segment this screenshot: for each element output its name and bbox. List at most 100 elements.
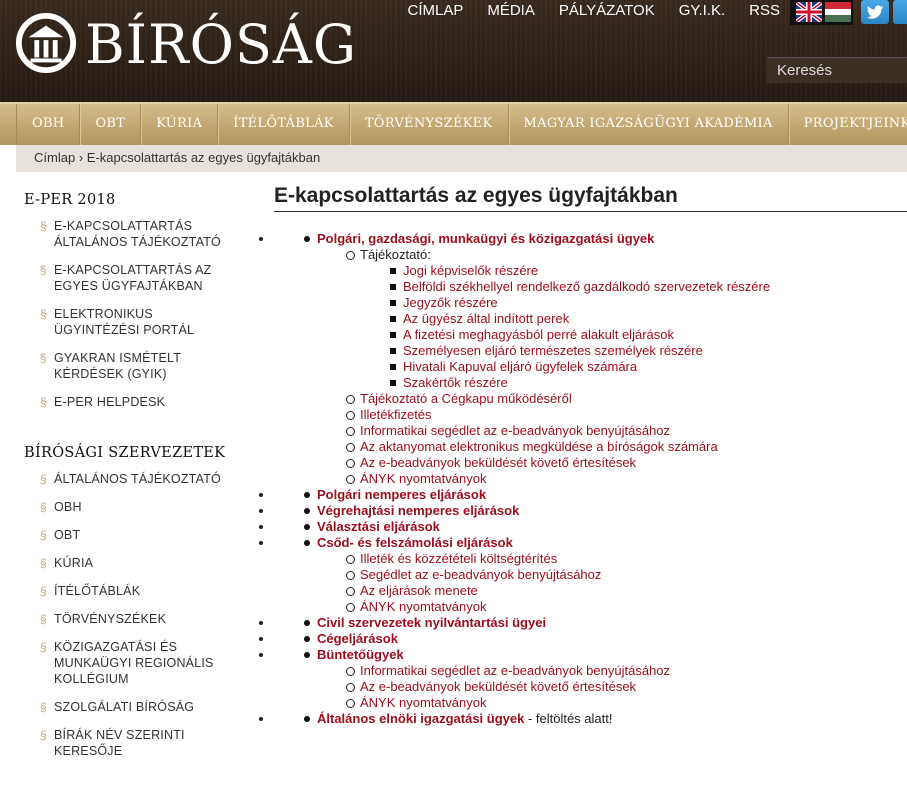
subcategory-item: Az eljárások menete xyxy=(317,583,907,599)
category-link[interactable]: Civil szervezetek nyilvántartási ügyei xyxy=(317,615,546,630)
breadcrumb: Címlap › E-kapcsolattartás az egyes ügyf… xyxy=(16,145,907,172)
section-mark-icon: § xyxy=(40,700,47,714)
uk-flag-icon[interactable] xyxy=(796,2,822,22)
category-item: Polgári nemperes eljárások xyxy=(274,487,907,503)
site-logo-text[interactable]: BÍRÓSÁG xyxy=(85,10,357,80)
subcategory-link[interactable]: Informatikai segédlet az e-beadványok be… xyxy=(360,423,670,438)
subcategory-link[interactable]: Illetékfizetés xyxy=(360,407,432,422)
sidebar-item-label: MUNKAÜGYI REGIONÁLIS xyxy=(54,656,214,670)
top-nav-media[interactable]: MÉDIA xyxy=(487,0,535,24)
top-nav-gyik[interactable]: GY.I.K. xyxy=(679,0,725,24)
sidebar-item[interactable]: § E-KAPCSOLATTARTÁS ÁLTALÁNOS TÁJÉKOZTATÓ xyxy=(16,218,254,250)
category-tree: Polgári, gazdasági, munkaügyi és közigaz… xyxy=(274,231,907,727)
sidebar-item[interactable]: § BÍRÁK NÉV SZERINTI KERESŐJE xyxy=(16,727,254,759)
court-logo-icon[interactable] xyxy=(14,12,78,74)
sidebar-item[interactable]: § OBT xyxy=(16,527,254,543)
sidebar-item-label: KÖZIGAZGATÁSI ÉS xyxy=(54,640,178,654)
section-mark-icon: § xyxy=(40,528,47,542)
subcategory-link[interactable]: ÁNYK nyomtatványok xyxy=(360,695,486,710)
main-nav-torvenyszekek[interactable]: TÖRVÉNYSZÉKEK xyxy=(350,104,509,145)
section-mark-icon: § xyxy=(40,307,47,321)
category-link[interactable]: Polgári, gazdasági, munkaügyi és közigaz… xyxy=(317,231,654,246)
sidebar-item[interactable]: § ELEKTRONIKUS ÜGYINTÉZÉSI PORTÁL xyxy=(16,306,254,338)
document-list: Jogi képviselők részére Belföldi székhell… xyxy=(360,263,907,391)
sidebar-item[interactable]: § OBH xyxy=(16,499,254,515)
top-nav: CÍMLAP MÉDIA PÁLYÁZATOK GY.I.K. RSS xyxy=(407,0,780,24)
subcategory-link[interactable]: Tájékoztató a Cégkapu működéséről xyxy=(360,391,572,406)
sidebar-item-label: KOLLÉGIUM xyxy=(54,672,129,686)
main-nav-obt[interactable]: OBT xyxy=(80,104,142,145)
subcategory-item: Tájékoztató: Jogi képviselők részére Belfö… xyxy=(317,247,907,391)
subcategory-list: Tájékoztató: Jogi képviselők részére Belfö… xyxy=(317,247,907,487)
document-link[interactable]: Jogi képviselők részére xyxy=(403,263,538,278)
subcategory-item: Informatikai segédlet az e-beadványok be… xyxy=(317,663,907,679)
top-nav-palyazatok[interactable]: PÁLYÁZATOK xyxy=(559,0,655,24)
section-mark-icon: § xyxy=(40,728,47,742)
search-input[interactable]: Keresés xyxy=(767,57,907,83)
subcategory-item: Az aktanyomat elektronikus megküldése a … xyxy=(317,439,907,455)
sidebar-item-label: ÁLTALÁNOS TÁJÉKOZTATÓ xyxy=(54,235,221,249)
section-mark-icon: § xyxy=(40,556,47,570)
top-nav-rss[interactable]: RSS xyxy=(749,0,780,24)
category-link[interactable]: Általános elnöki igazgatási ügyek xyxy=(317,711,524,726)
subcategory-link[interactable]: ÁNYK nyomtatványok xyxy=(360,599,486,614)
main-nav-akademia[interactable]: MAGYAR IGAZSÁGÜGYI AKADÉMIA xyxy=(509,104,789,145)
document-link[interactable]: Jegyzők részére xyxy=(403,295,498,310)
sidebar-item[interactable]: § GYAKRAN ISMÉTELT KÉRDÉSEK (GYIK) xyxy=(16,350,254,382)
section-mark-icon: § xyxy=(40,584,47,598)
section-mark-icon: § xyxy=(40,219,47,233)
subcategory-link[interactable]: Az eljárások menete xyxy=(360,583,478,598)
sidebar-item[interactable]: § TÖRVÉNYSZÉKEK xyxy=(16,611,254,627)
document-link[interactable]: Az ügyész által indított perek xyxy=(403,311,569,326)
sidebar-item[interactable]: § ÁLTALÁNOS TÁJÉKOZTATÓ xyxy=(16,471,254,487)
sidebar-item[interactable]: § ÍTÉLŐTÁBLÁK xyxy=(16,583,254,599)
sidebar-item-label: ÜGYINTÉZÉSI PORTÁL xyxy=(54,323,195,337)
hungary-flag-icon[interactable] xyxy=(825,2,851,22)
document-link[interactable]: Belföldi székhellyel rendelkező gazdálko… xyxy=(403,279,770,294)
category-item: Választási eljárások xyxy=(274,519,907,535)
sidebar-item-label: ÁLTALÁNOS TÁJÉKOZTATÓ xyxy=(54,472,221,486)
facebook-icon[interactable] xyxy=(893,0,907,24)
category-link[interactable]: Cégeljárások xyxy=(317,631,398,646)
category-item: Általános elnöki igazgatási ügyek - felt… xyxy=(274,711,907,727)
category-item: Polgári, gazdasági, munkaügyi és közigaz… xyxy=(274,231,907,487)
sidebar-item-label: ELEKTRONIKUS xyxy=(54,307,153,321)
subcategory-link[interactable]: Az aktanyomat elektronikus megküldése a … xyxy=(360,439,718,454)
subcategory-link[interactable]: ÁNYK nyomtatványok xyxy=(360,471,486,486)
sidebar-item[interactable]: § KÚRIA xyxy=(16,555,254,571)
category-link[interactable]: Végrehajtási nemperes eljárások xyxy=(317,503,519,518)
subcategory-link[interactable]: Segédlet az e-beadványok benyújtásához xyxy=(360,567,601,582)
subcategory-link[interactable]: Az e-beadványok beküldését követő értesí… xyxy=(360,455,636,470)
twitter-icon[interactable] xyxy=(861,0,889,24)
document-item: Jogi képviselők részére xyxy=(360,263,907,279)
breadcrumb-separator: › xyxy=(78,150,84,165)
section-mark-icon: § xyxy=(40,351,47,365)
sidebar-list-szervezetek: § ÁLTALÁNOS TÁJÉKOZTATÓ § OBH § OBT § KÚRIA § ÍTÉ… xyxy=(16,471,254,759)
top-nav-cimlap[interactable]: CÍMLAP xyxy=(407,0,463,24)
document-link[interactable]: A fizetési meghagyásból perré alakult el… xyxy=(403,327,674,342)
sidebar-item[interactable]: § E-KAPCSOLATTARTÁS AZ EGYES ÜGYFAJTÁKBAN xyxy=(16,262,254,294)
category-link[interactable]: Csőd- és felszámolási eljárások xyxy=(317,535,513,550)
main-nav-itelotablak[interactable]: ÍTÉLŐTÁBLÁK xyxy=(218,104,350,145)
breadcrumb-home[interactable]: Címlap xyxy=(34,150,75,165)
sidebar-item[interactable]: § SZOLGÁLATI BÍRÓSÁG xyxy=(16,699,254,715)
category-item: Civil szervezetek nyilvántartási ügyei xyxy=(274,615,907,631)
subcategory-link[interactable]: Informatikai segédlet az e-beadványok be… xyxy=(360,663,670,678)
document-link[interactable]: Személyesen eljáró természetes személyek… xyxy=(403,343,703,358)
main-nav-projektjeink[interactable]: PROJEKTJEINK xyxy=(789,104,907,145)
category-link[interactable]: Polgári nemperes eljárások xyxy=(317,487,486,502)
document-item: Hivatali Kapuval eljáró ügyfelek számára xyxy=(360,359,907,375)
sidebar-item[interactable]: § E-PER HELPDESK xyxy=(16,394,254,410)
document-link[interactable]: Szakértők részére xyxy=(403,375,508,390)
main-nav-kuria[interactable]: KÚRIA xyxy=(141,104,219,145)
document-link[interactable]: Hivatali Kapuval eljáró ügyfelek számára xyxy=(403,359,637,374)
category-item: Végrehajtási nemperes eljárások xyxy=(274,503,907,519)
sidebar-list-eper: § E-KAPCSOLATTARTÁS ÁLTALÁNOS TÁJÉKOZTATÓ §… xyxy=(16,218,254,410)
main-nav-obh[interactable]: OBH xyxy=(16,104,81,145)
subcategory-link[interactable]: Illeték és közzétételi költségtérítés xyxy=(360,551,557,566)
sidebar-item[interactable]: § KÖZIGAZGATÁSI ÉS MUNKAÜGYI REGIONÁLIS KOL… xyxy=(16,639,254,687)
category-link[interactable]: Büntetőügyek xyxy=(317,647,404,662)
subcategory-link[interactable]: Az e-beadványok beküldését követő értesí… xyxy=(360,679,636,694)
document-item: Szakértők részére xyxy=(360,375,907,391)
category-link[interactable]: Választási eljárások xyxy=(317,519,440,534)
